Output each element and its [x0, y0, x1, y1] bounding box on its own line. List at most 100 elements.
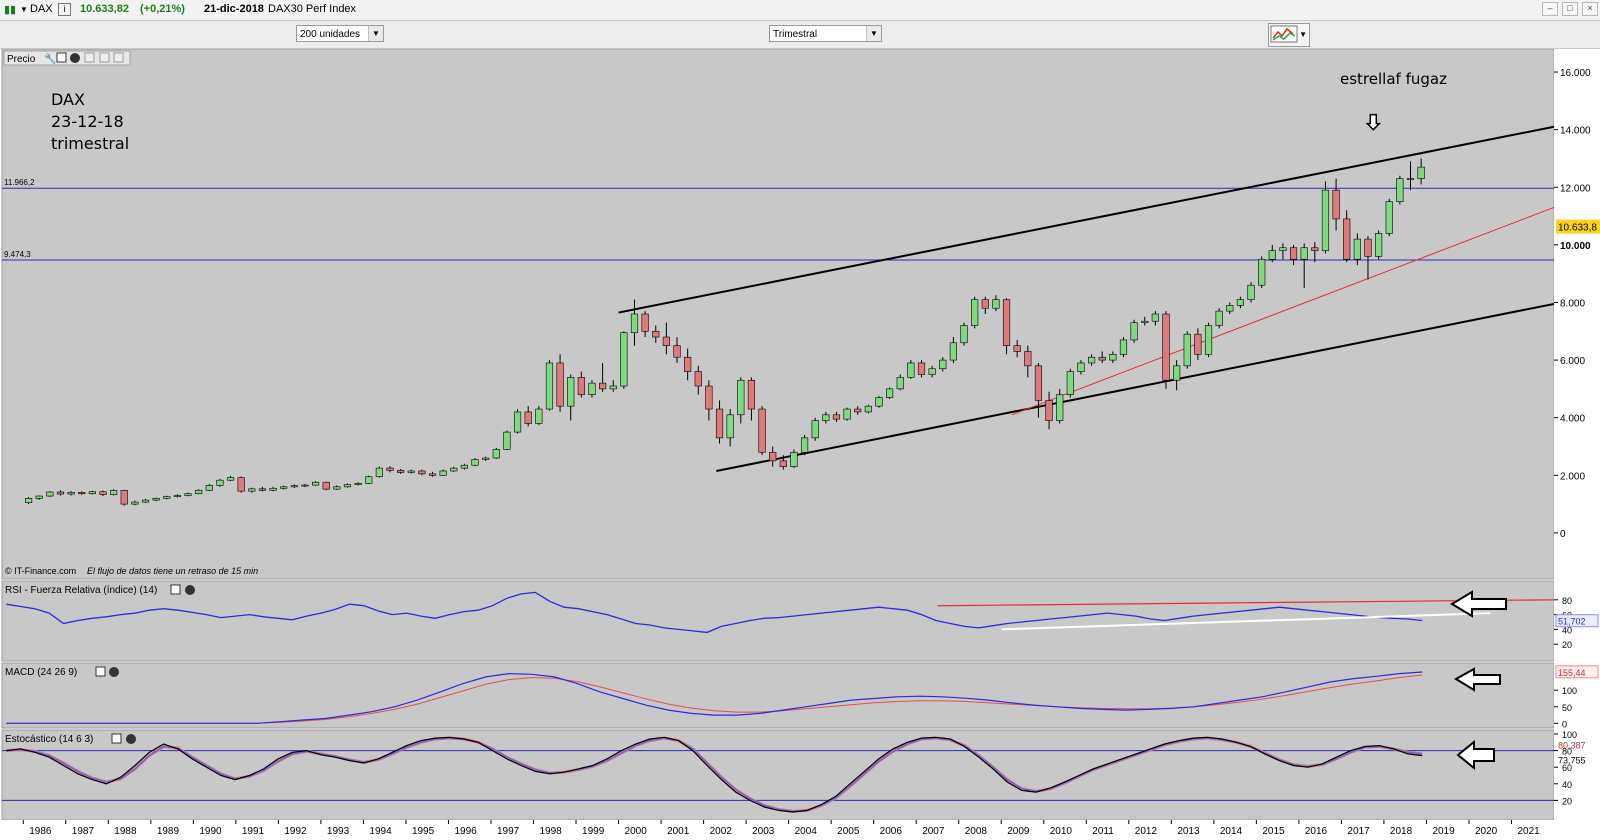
candle-body	[939, 359, 947, 370]
close-icon[interactable]	[70, 53, 80, 63]
candle-body	[1087, 356, 1096, 364]
candle-body	[46, 491, 54, 497]
candle-body	[1045, 400, 1053, 421]
candle-body	[24, 498, 33, 503]
rsi-panel[interactable]	[1, 580, 1555, 662]
price-panel[interactable]	[1, 49, 1555, 580]
candle-body	[1183, 333, 1191, 367]
candle-body	[949, 342, 957, 361]
chart-toolbar: 200 unidades ▼ Trimestral ▼ ▼	[0, 21, 1600, 49]
macd-tick-label: 0	[1562, 719, 1567, 729]
time-tick-label: 1992	[284, 826, 307, 837]
time-tick-label: 2000	[625, 826, 648, 837]
add-indicator-icon[interactable]	[84, 52, 95, 63]
symbol-label[interactable]: DAX	[30, 3, 53, 15]
data-delay-note: El flujo de datos tiene un retraso de 15…	[87, 566, 258, 576]
macd-panel-header: MACD (24 26 9)	[5, 666, 119, 678]
price-change: (+0,21%)	[140, 3, 185, 15]
candle-body	[737, 379, 745, 416]
chevron-down-icon[interactable]: ▼	[368, 26, 383, 41]
candle-body	[811, 420, 819, 439]
chart-area[interactable]: 11.966,2 9.474,3 16.000 14.000 12.000 10.000…	[0, 49, 1600, 840]
minimize-icon[interactable]: –	[1542, 2, 1558, 16]
close-icon[interactable]	[185, 585, 195, 595]
candle-body	[1311, 247, 1319, 251]
price-tick-label: 4.000	[1560, 414, 1585, 425]
candle-body	[1098, 356, 1106, 361]
restore-icon[interactable]: □	[1562, 2, 1578, 16]
candle-body	[184, 493, 192, 496]
bar-chart-icon[interactable]: ▮▮	[4, 3, 16, 16]
candle-body	[588, 382, 596, 395]
candle-body	[375, 467, 383, 478]
maximize-icon[interactable]	[56, 52, 67, 63]
close-icon[interactable]	[126, 734, 136, 744]
candle-body	[1066, 371, 1074, 395]
time-tick-label: 2001	[667, 826, 690, 837]
candle-body	[886, 388, 894, 398]
candle-body	[1034, 365, 1043, 401]
price-tick-label: 6.000	[1560, 356, 1585, 367]
candle-body	[843, 408, 851, 420]
candle-body	[1162, 313, 1170, 381]
candle-body	[237, 477, 245, 492]
candle-body	[524, 411, 532, 424]
symbol-dropdown-icon[interactable]: ▼	[20, 5, 28, 14]
candle-body	[1289, 247, 1298, 260]
candle-body	[960, 325, 968, 344]
time-tick-label: 2013	[1177, 826, 1200, 837]
price-tick-label: 16.000	[1560, 68, 1591, 79]
wrench-icon[interactable]: 🔧	[44, 52, 56, 65]
close-window-icon[interactable]: ×	[1582, 2, 1598, 16]
candle-body	[630, 313, 639, 334]
chevron-down-icon[interactable]: ▼	[866, 26, 881, 41]
time-tick-label: 1988	[114, 826, 137, 837]
stoch-panel[interactable]	[1, 729, 1555, 821]
maximize-icon[interactable]	[170, 584, 181, 595]
candle-body	[110, 489, 118, 495]
candle-body	[503, 431, 511, 450]
annotation-title-1: DAX	[51, 90, 85, 109]
price-panel-label: Precio	[7, 54, 36, 65]
period-select[interactable]: Trimestral ▼	[769, 25, 882, 42]
copy-icon[interactable]	[99, 52, 110, 63]
candle-body	[301, 484, 309, 487]
time-tick-label: 2014	[1220, 826, 1243, 837]
quote-header: ▮▮ ▼ DAX i 10.633,82 (+0,21%) 21-dic-201…	[0, 0, 1600, 21]
chevron-down-icon[interactable]: ▼	[1299, 30, 1307, 39]
candle-body	[1396, 178, 1404, 202]
candle-body	[290, 485, 298, 488]
candle-body	[1173, 365, 1181, 381]
candle-body	[705, 385, 713, 410]
indicators-button[interactable]: ▼	[1268, 23, 1310, 47]
candle-body	[673, 345, 681, 358]
candle-body	[35, 495, 43, 499]
units-select[interactable]: 200 unidades ▼	[296, 25, 384, 42]
time-tick-label: 2005	[837, 826, 860, 837]
macd-panel[interactable]	[1, 662, 1555, 729]
time-tick-label: 1997	[497, 826, 520, 837]
period-select-value: Trimestral	[773, 29, 818, 40]
maximize-icon[interactable]	[111, 733, 122, 744]
level-label: 9.474,3	[4, 250, 31, 259]
candle-body	[822, 414, 830, 421]
info-icon[interactable]: i	[58, 3, 71, 16]
candle-body	[1385, 201, 1393, 234]
time-tick-label: 2017	[1347, 826, 1370, 837]
candle-body	[248, 488, 256, 492]
stoch-panel-header: Estocástico (14 6 3)	[5, 733, 136, 745]
time-tick-label: 2018	[1390, 826, 1413, 837]
time-tick-label: 2020	[1475, 826, 1498, 837]
time-tick-label: 1986	[29, 826, 52, 837]
time-tick-label: 2008	[965, 826, 988, 837]
candle-body	[1247, 284, 1255, 300]
price-tick-label: 8.000	[1560, 298, 1585, 309]
annotation-title-2: 23-12-18	[51, 112, 124, 131]
candle-body	[365, 476, 373, 484]
paste-icon[interactable]	[113, 52, 124, 63]
candle-body	[928, 368, 936, 375]
close-icon[interactable]	[109, 667, 119, 677]
maximize-icon[interactable]	[95, 666, 106, 677]
price-tick-label: 2.000	[1560, 471, 1585, 482]
time-tick-label: 1998	[540, 826, 563, 837]
